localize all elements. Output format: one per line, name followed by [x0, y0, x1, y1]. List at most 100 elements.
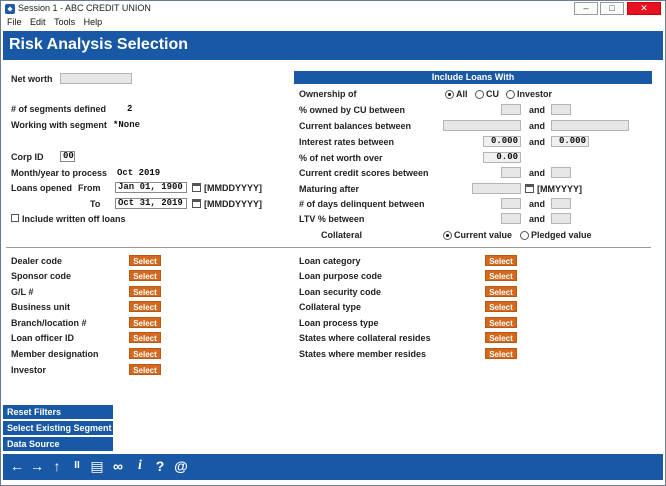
- balance-to-field[interactable]: [551, 120, 629, 131]
- ownership-all-radio[interactable]: [445, 90, 454, 99]
- at-icon[interactable]: @: [173, 458, 189, 474]
- section-divider: [6, 247, 651, 248]
- reset-filters-button[interactable]: Reset Filters: [3, 405, 113, 420]
- net-worth-over-label: % of net worth over: [299, 153, 383, 163]
- business-unit-select-button[interactable]: Select: [129, 301, 161, 312]
- pause-icon[interactable]: II: [69, 458, 85, 474]
- interest-rates-label: Interest rates between: [299, 137, 395, 147]
- menu-tools[interactable]: Tools: [54, 17, 75, 27]
- select-existing-segment-button[interactable]: Select Existing Segment: [3, 421, 113, 436]
- include-loans-header: Include Loans With: [294, 71, 652, 84]
- delinquent-from-field[interactable]: [501, 198, 521, 209]
- and-label: and: [529, 121, 546, 131]
- month-year-value: Oct 2019: [117, 168, 161, 178]
- and-label: and: [529, 199, 546, 209]
- to-label: To: [90, 199, 101, 209]
- loan-purpose-select-button[interactable]: Select: [485, 270, 517, 281]
- written-off-checkbox[interactable]: [11, 214, 19, 222]
- working-segment-label: Working with segment: [11, 120, 107, 130]
- credit-score-to-field[interactable]: [551, 167, 571, 178]
- calendar-icon[interactable]: [525, 184, 534, 193]
- gl-select-button[interactable]: Select: [129, 286, 161, 297]
- investor-select-button[interactable]: Select: [129, 364, 161, 375]
- up-arrow-icon[interactable]: ↑: [49, 458, 65, 474]
- window-title: Session 1 - ABC CREDIT UNION: [18, 3, 151, 13]
- loan-officer-label: Loan officer ID: [11, 333, 75, 343]
- member-states-select-button[interactable]: Select: [485, 348, 517, 359]
- business-unit-label: Business unit: [11, 302, 71, 312]
- back-arrow-icon[interactable]: ←: [9, 458, 25, 474]
- menu-edit[interactable]: Edit: [30, 17, 46, 27]
- working-segment-value: *None: [113, 120, 141, 130]
- session-window: Session 1 - ABC CREDIT UNION – □ ✕ File …: [0, 0, 666, 486]
- to-format-hint: [MMDDYYYY]: [204, 199, 262, 209]
- sponsor-code-label: Sponsor code: [11, 271, 72, 281]
- owned-by-cu-from-field[interactable]: [501, 104, 521, 115]
- from-format-hint: [MMDDYYYY]: [204, 183, 262, 193]
- delinquent-to-field[interactable]: [551, 198, 571, 209]
- segments-defined-value: 2: [127, 104, 133, 114]
- net-worth-over-field[interactable]: 0.00: [483, 152, 521, 163]
- loans-opened-label: Loans opened: [11, 183, 73, 193]
- sponsor-code-select-button[interactable]: Select: [129, 270, 161, 281]
- segments-defined-label: # of segments defined: [11, 104, 107, 114]
- collateral-type-select-button[interactable]: Select: [485, 301, 517, 312]
- loan-category-select-button[interactable]: Select: [485, 255, 517, 266]
- footer-toolbar: ← → ↑ II ▤ ∞ i ? @: [3, 454, 663, 480]
- pledged-value-radio[interactable]: [520, 231, 529, 240]
- and-label: and: [529, 168, 546, 178]
- loan-process-type-select-button[interactable]: Select: [485, 317, 517, 328]
- loan-category-label: Loan category: [299, 256, 361, 266]
- ownership-cu-label: CU: [486, 89, 499, 99]
- link-icon[interactable]: ∞: [110, 458, 126, 474]
- corp-id-field[interactable]: 00: [60, 151, 75, 162]
- calendar-icon[interactable]: [192, 199, 201, 208]
- gl-label: G/L #: [11, 287, 34, 297]
- member-designation-select-button[interactable]: Select: [129, 348, 161, 359]
- ownership-investor-radio[interactable]: [506, 90, 515, 99]
- calendar-icon[interactable]: [192, 183, 201, 192]
- collateral-states-select-button[interactable]: Select: [485, 332, 517, 343]
- ownership-cu-radio[interactable]: [475, 90, 484, 99]
- branch-location-select-button[interactable]: Select: [129, 317, 161, 328]
- to-date-field[interactable]: Oct 31, 2019: [115, 198, 187, 209]
- corp-id-label: Corp ID: [11, 152, 44, 162]
- app-icon: [5, 4, 15, 14]
- loan-security-select-button[interactable]: Select: [485, 286, 517, 297]
- from-date-field[interactable]: Jan 01, 1900: [115, 182, 187, 193]
- print-icon[interactable]: ▤: [89, 458, 105, 474]
- credit-score-from-field[interactable]: [501, 167, 521, 178]
- branch-location-label: Branch/location #: [11, 318, 87, 328]
- maturing-after-label: Maturing after: [299, 184, 360, 194]
- loan-officer-select-button[interactable]: Select: [129, 332, 161, 343]
- help-icon[interactable]: ?: [152, 458, 168, 474]
- rate-to-field[interactable]: 0.000: [551, 136, 589, 147]
- ltv-to-field[interactable]: [551, 213, 571, 224]
- owned-by-cu-to-field[interactable]: [551, 104, 571, 115]
- maximize-button[interactable]: □: [600, 2, 624, 15]
- ownership-all-label: All: [456, 89, 468, 99]
- menu-bar: File Edit Tools Help: [1, 17, 665, 30]
- loan-security-label: Loan security code: [299, 287, 382, 297]
- data-source-button[interactable]: Data Source: [3, 437, 113, 452]
- net-worth-field[interactable]: [60, 73, 132, 84]
- info-icon[interactable]: i: [132, 458, 148, 474]
- rate-from-field[interactable]: 0.000: [483, 136, 521, 147]
- minimize-button[interactable]: –: [574, 2, 598, 15]
- ltv-from-field[interactable]: [501, 213, 521, 224]
- forward-arrow-icon[interactable]: →: [29, 458, 45, 474]
- page-title: Risk Analysis Selection: [9, 36, 189, 53]
- balance-from-field[interactable]: [443, 120, 521, 131]
- dealer-code-label: Dealer code: [11, 256, 63, 266]
- maturing-format-hint: [MMYYYY]: [537, 184, 582, 194]
- current-value-radio[interactable]: [443, 231, 452, 240]
- owned-by-cu-label: % owned by CU between: [299, 105, 406, 115]
- dealer-code-select-button[interactable]: Select: [129, 255, 161, 266]
- investor-label: Investor: [11, 365, 47, 375]
- and-label: and: [529, 214, 546, 224]
- maturing-after-field[interactable]: [472, 183, 521, 194]
- menu-file[interactable]: File: [7, 17, 22, 27]
- close-button[interactable]: ✕: [627, 2, 661, 15]
- and-label: and: [529, 137, 546, 147]
- menu-help[interactable]: Help: [84, 17, 103, 27]
